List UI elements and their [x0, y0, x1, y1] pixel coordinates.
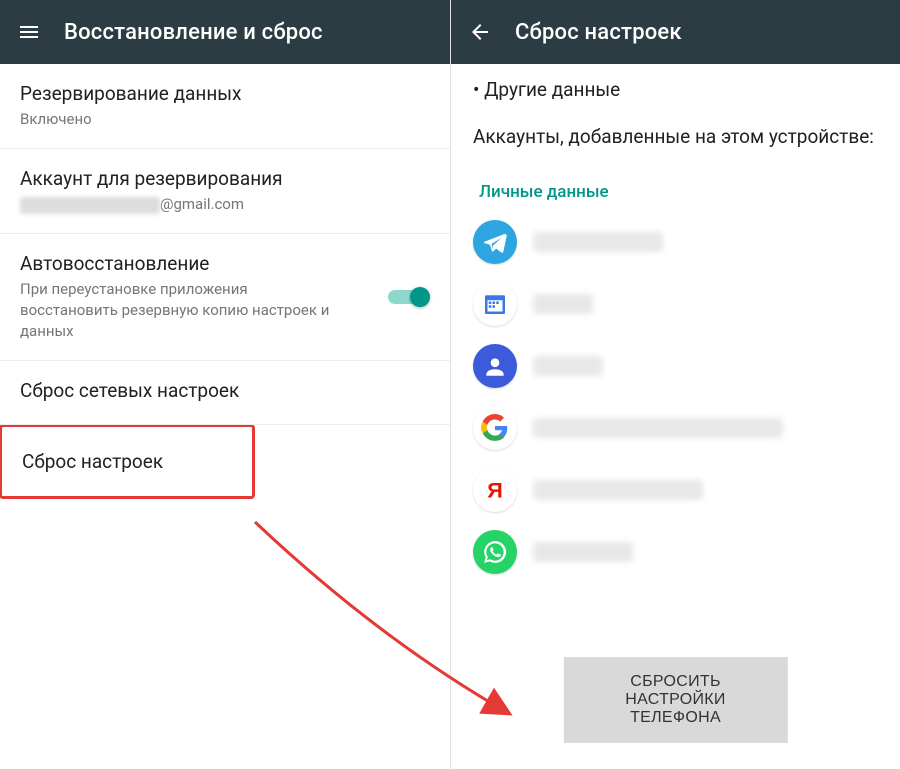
- contacts-icon: [473, 344, 517, 388]
- account-row-contacts: [473, 344, 878, 388]
- item-network-reset[interactable]: Сброс сетевых настроек: [0, 361, 450, 425]
- screen-backup-reset: Восстановление и сброс Резервирование да…: [0, 0, 450, 769]
- accounts-header: Аккаунты, добавленные на этом устройстве…: [473, 123, 878, 152]
- account-row-telegram: [473, 220, 878, 264]
- item-backup-account[interactable]: Аккаунт для резервирования @gmail.com: [0, 149, 450, 234]
- screen-factory-reset: Сброс настроек • Другие данные Аккаунты,…: [450, 0, 900, 769]
- item-backup-data-label: Резервирование данных: [20, 82, 430, 105]
- account-row-calendar: [473, 282, 878, 326]
- appbar-right: Сброс настроек: [451, 0, 900, 64]
- page-title-left: Восстановление и сброс: [64, 20, 323, 45]
- item-backup-account-email: @gmail.com: [20, 194, 340, 215]
- personal-data-label: Личные данные: [479, 182, 878, 202]
- google-icon: [473, 406, 517, 450]
- item-backup-data-status: Включено: [20, 109, 340, 130]
- other-data-bullet: • Другие данные: [473, 78, 878, 101]
- hamburger-icon[interactable]: [14, 17, 44, 47]
- item-factory-reset-label: Сброс настроек: [22, 450, 232, 473]
- redacted-text: [533, 294, 593, 314]
- item-backup-data[interactable]: Резервирование данных Включено: [0, 64, 450, 149]
- page-title-right: Сброс настроек: [515, 20, 682, 45]
- item-auto-restore-desc: При переустановке приложения восстановит…: [20, 279, 340, 342]
- account-row-whatsapp: [473, 530, 878, 574]
- item-auto-restore-label: Автовосстановление: [20, 252, 430, 275]
- calendar-icon: [473, 282, 517, 326]
- yandex-icon: Я: [473, 468, 517, 512]
- appbar-left: Восстановление и сброс: [0, 0, 450, 64]
- item-backup-account-label: Аккаунт для резервирования: [20, 167, 430, 190]
- redacted-email-local: [20, 197, 160, 214]
- item-factory-reset[interactable]: Сброс настроек: [0, 424, 255, 499]
- redacted-text: [533, 356, 603, 376]
- redacted-text: [533, 480, 703, 500]
- redacted-text: [533, 232, 663, 252]
- reset-phone-button[interactable]: СБРОСИТЬ НАСТРОЙКИ ТЕЛЕФОНА: [563, 657, 788, 743]
- back-icon[interactable]: [465, 17, 495, 47]
- redacted-text: [533, 542, 633, 562]
- redacted-text: [533, 418, 783, 438]
- item-auto-restore[interactable]: Автовосстановление При переустановке при…: [0, 234, 450, 361]
- svg-text:Я: Я: [487, 477, 503, 502]
- item-network-reset-label: Сброс сетевых настроек: [20, 379, 430, 402]
- account-row-yandex: Я: [473, 468, 878, 512]
- whatsapp-icon: [473, 530, 517, 574]
- account-row-google: [473, 406, 878, 450]
- telegram-icon: [473, 220, 517, 264]
- auto-restore-toggle[interactable]: [388, 287, 428, 307]
- reset-body: • Другие данные Аккаунты, добавленные на…: [451, 64, 900, 574]
